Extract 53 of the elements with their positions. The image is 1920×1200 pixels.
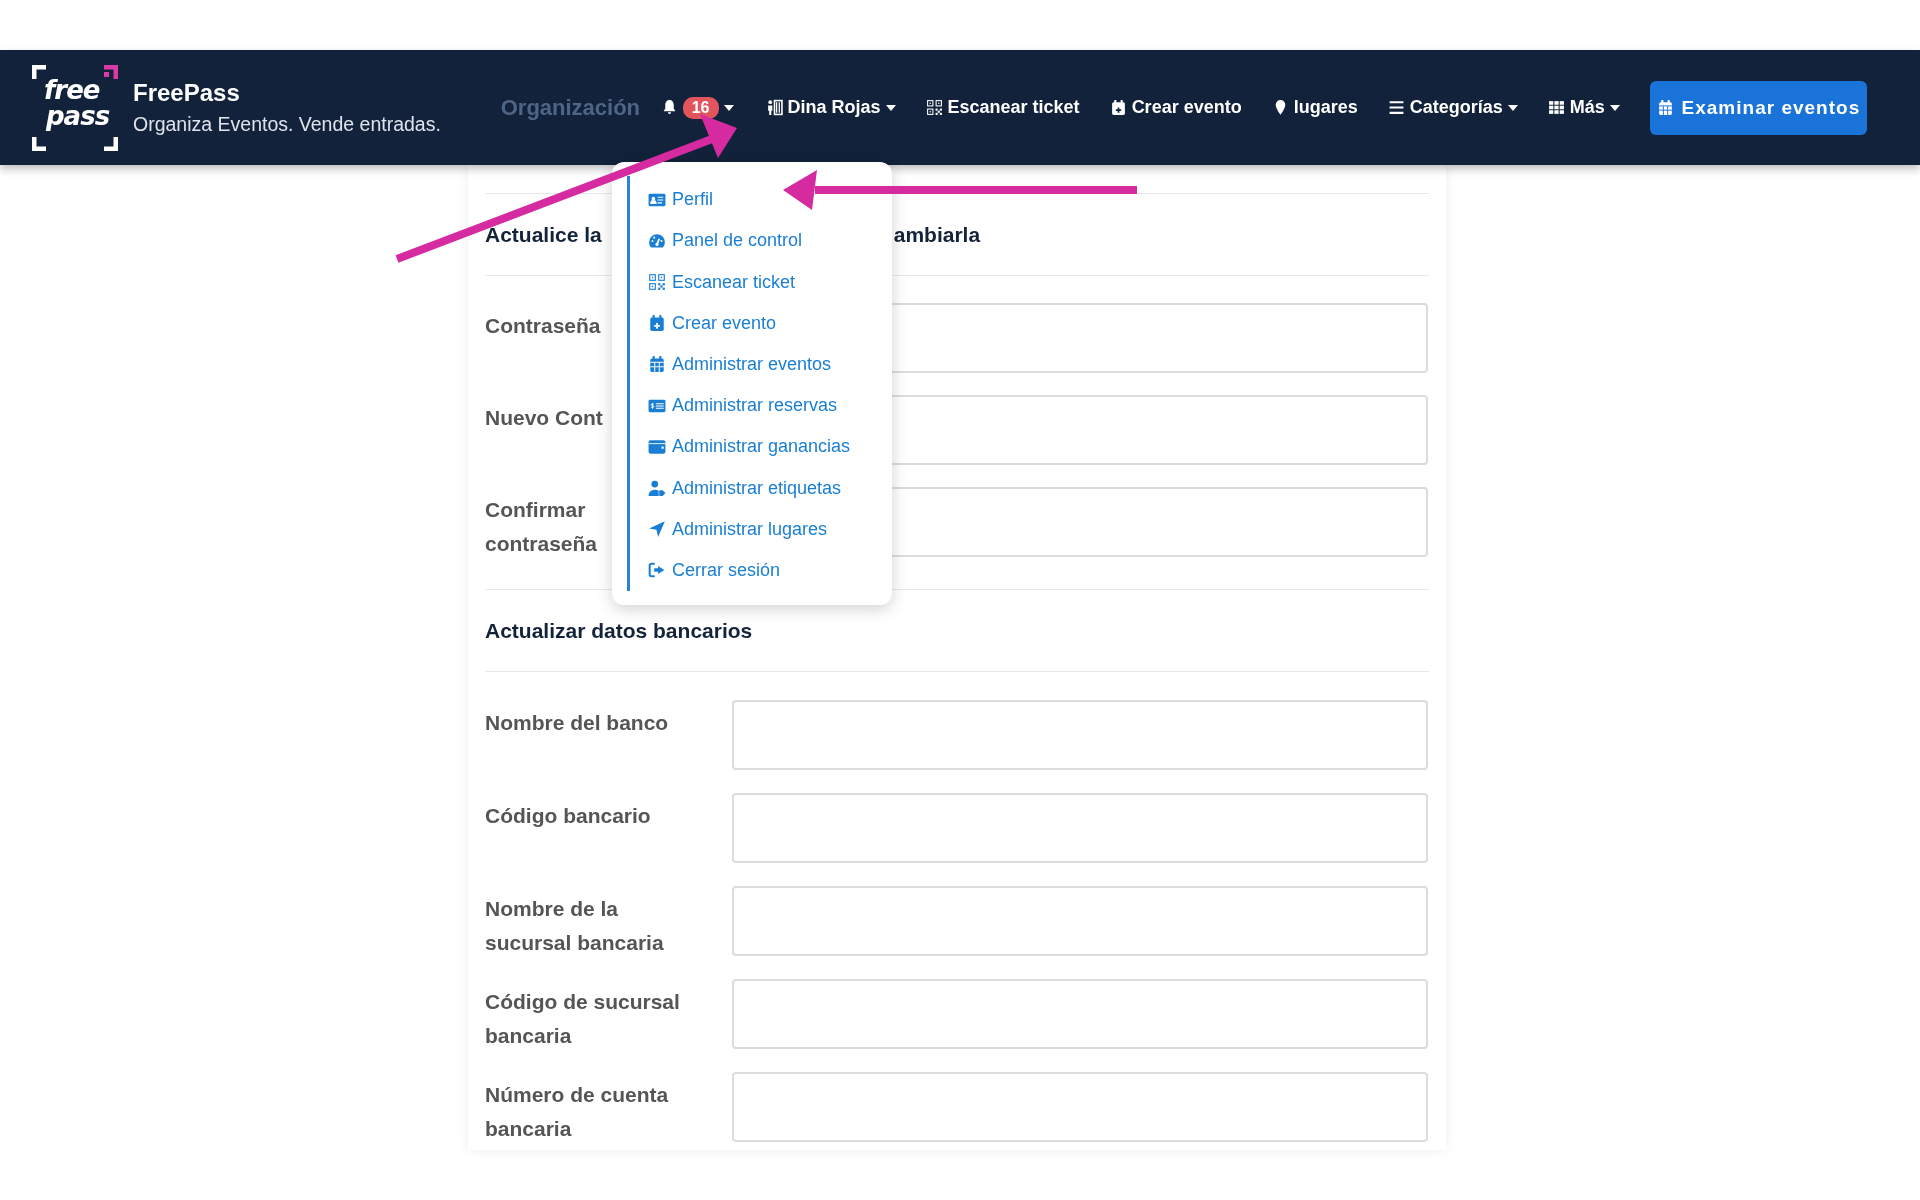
notifications-button[interactable]: 16 [660, 96, 734, 119]
menu-item[interactable]: Crear evento [648, 302, 892, 344]
calendar-icon [648, 355, 666, 374]
field-label: Nombre de la sucursal bancaria [485, 897, 664, 954]
field-label: Número de cuenta bancaria [485, 1083, 669, 1140]
nav-link[interactable]: Dina Rojas [765, 97, 896, 118]
nav-link[interactable]: Escanear ticket [925, 97, 1080, 118]
person-icon [765, 99, 783, 116]
freepass-logo: free pass [32, 64, 118, 151]
menu-item[interactable]: Administrar eventos [648, 343, 892, 385]
site-tagline: Organiza Eventos. Vende entradas. [133, 113, 442, 136]
bars-icon [1387, 99, 1405, 116]
field-label: Código de sucursal bancaria [485, 990, 680, 1047]
nav-link[interactable]: Más [1547, 97, 1620, 118]
input-field[interactable] [732, 886, 1428, 956]
sign-out-icon [648, 561, 666, 580]
qr-code-icon [925, 99, 943, 116]
nav-link[interactable]: Categorías [1387, 97, 1518, 118]
wallet-icon [648, 437, 666, 456]
grid-icon [1547, 99, 1565, 116]
menu-item[interactable]: Administrar etiquetas [648, 467, 892, 509]
input-field[interactable] [732, 979, 1428, 1049]
field-label: Código bancario [485, 804, 651, 827]
section-heading: Actualizar datos bancarios [485, 618, 753, 643]
nav-link[interactable]: Crear evento [1109, 97, 1242, 118]
nav-link[interactable]: lugares [1271, 97, 1358, 118]
field-label: Nuevo Cont [485, 406, 603, 429]
menu-item[interactable]: Escanear ticket [648, 261, 892, 303]
menu-item[interactable]: Cerrar sesión [648, 549, 892, 592]
qr-code-icon [648, 273, 666, 291]
input-field[interactable] [732, 700, 1428, 770]
gauge-icon [648, 231, 666, 250]
calendar-icon [1656, 99, 1674, 116]
user-tag-icon [648, 479, 666, 497]
menu-item[interactable]: Panel de control [648, 220, 892, 262]
input-field[interactable] [732, 1072, 1428, 1142]
menu-item[interactable]: Administrar ganancias [648, 426, 892, 468]
location-arrow-icon [648, 520, 666, 539]
input-field[interactable] [732, 793, 1428, 863]
field-label: Confirmar contraseña [485, 498, 598, 555]
nav-label: Organización [500, 94, 642, 121]
calendar-plus-icon [648, 314, 666, 333]
section-heading: ambiarla [893, 222, 981, 247]
menu-item[interactable]: Administrar reservas [648, 385, 892, 427]
section-heading: Actualice la [485, 222, 602, 247]
field-label: Nombre del banco [485, 711, 669, 734]
field-label: Contraseña [485, 314, 601, 337]
menu-item[interactable]: Perfil [648, 179, 892, 221]
browse-events-button[interactable]: Examinar eventos [1649, 80, 1867, 135]
notification-count: 16 [682, 96, 719, 119]
site-name: FreePass [133, 79, 241, 107]
calendar-plus-icon [1109, 99, 1127, 116]
menu-item[interactable]: Administrar lugares [648, 508, 892, 550]
